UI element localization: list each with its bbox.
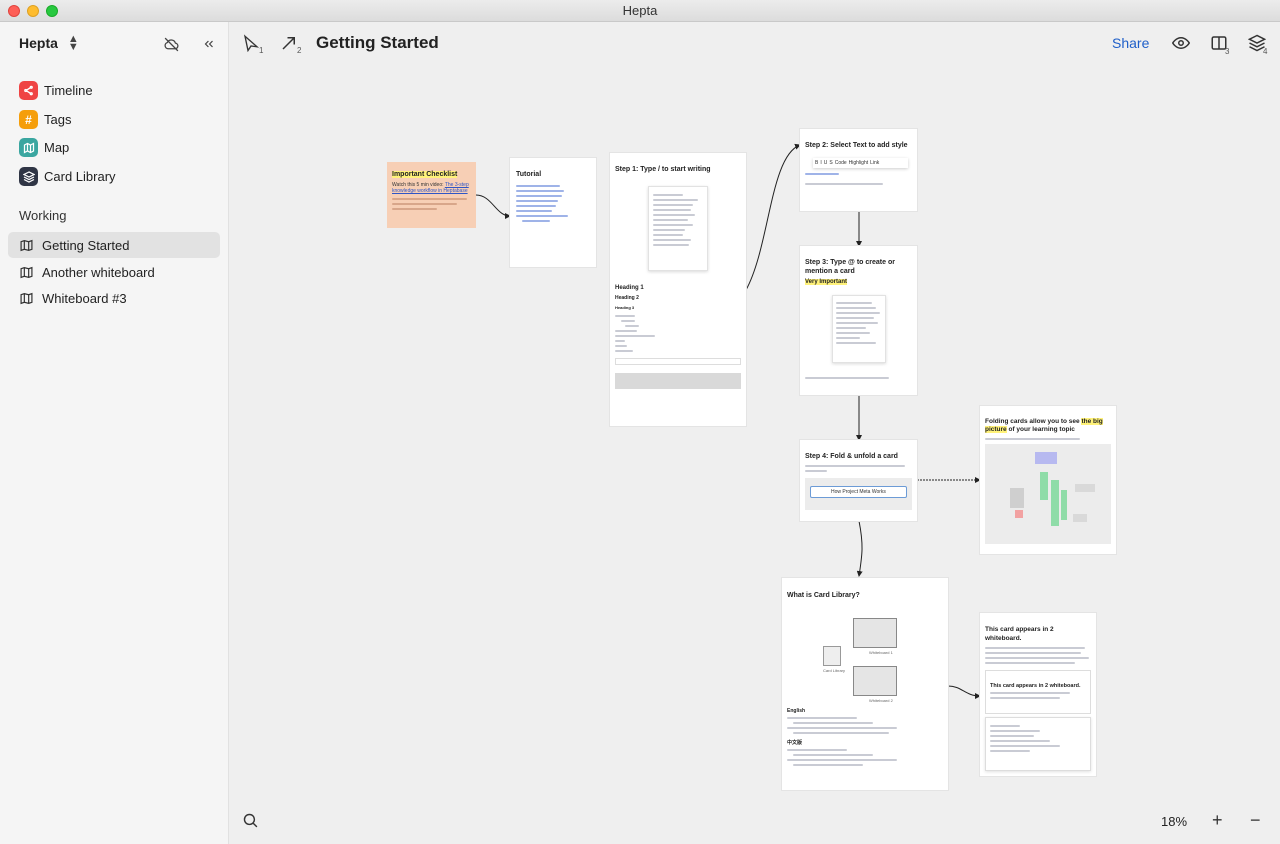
zoom-level[interactable]: 18% (1161, 814, 1187, 829)
close-window-button[interactable] (8, 5, 20, 17)
whiteboard-icon (20, 292, 33, 304)
card-title: Important Checklist (392, 171, 458, 178)
card-step4[interactable]: Step 4: Fold & unfold a card How Project… (800, 440, 917, 521)
whiteboard-item-another[interactable]: Another whiteboard (8, 259, 220, 285)
shortcut-label: 1 (259, 46, 264, 55)
card-title: Step 2: Select Text to add style (805, 142, 908, 149)
whiteboard-item-label: Whiteboard #3 (42, 290, 127, 306)
card-tutorial[interactable]: Tutorial (510, 158, 596, 267)
card-title: Step 4: Fold & unfold a card (805, 453, 898, 460)
whiteboard-icon (20, 239, 33, 251)
window-title: Hepta (622, 3, 658, 18)
window-titlebar: Hepta (0, 0, 1280, 22)
canvas-search-button[interactable] (242, 812, 259, 834)
shortcut-label: 4 (1263, 47, 1268, 56)
section-label-working: Working (19, 208, 67, 223)
folded-card-preview: How Project Meta Works (810, 486, 907, 498)
timeline-icon (19, 81, 38, 100)
whiteboard-item-label: Getting Started (42, 237, 130, 253)
whiteboard-icon (20, 266, 33, 278)
connector-step1-step2 (745, 143, 801, 291)
whiteboard-item-label: Another whiteboard (42, 264, 155, 280)
sidebar-item-label: Tags (44, 112, 72, 127)
sidebar-item-label: Timeline (44, 83, 93, 98)
heading-1-sample: Heading 1 (615, 285, 644, 291)
card-title: What is Card Library? (787, 592, 860, 599)
cloud-off-icon (163, 37, 178, 51)
arrow-icon (282, 37, 295, 50)
workspace-switcher[interactable]: Hepta ▲ ▼ (19, 33, 79, 53)
card-title: Step 1: Type / to start writing (615, 166, 711, 173)
card-title: This card appears in 2 whiteboard. (985, 626, 1054, 642)
whiteboard-item-3[interactable]: Whiteboard #3 (8, 285, 220, 311)
minimize-window-button[interactable] (27, 5, 39, 17)
eye-icon (1171, 36, 1191, 50)
card-step2[interactable]: Step 2: Select Text to add style B I U S… (800, 129, 917, 211)
zoom-out-button[interactable]: − (1250, 810, 1261, 831)
cursor-icon (243, 34, 260, 53)
zoom-window-button[interactable] (46, 5, 58, 17)
card-title-prefix: Folding cards allow you to see (985, 418, 1082, 425)
layers-button[interactable]: 4 (1247, 34, 1268, 57)
section-english: English (787, 708, 806, 714)
connector-checklist-tutorial (475, 194, 511, 219)
card-step1[interactable]: Step 1: Type / to start writing Heading … (610, 153, 746, 426)
card-library-diagram: Card Library Whiteboard 1 Whiteboard 2 (787, 608, 943, 703)
card-appears-two-whiteboards[interactable]: This card appears in 2 whiteboard. This … (980, 613, 1096, 776)
card-important-checklist[interactable]: Important Checklist Watch this 5 min vid… (387, 162, 476, 228)
card-title: Tutorial (516, 171, 542, 178)
sidebar: Hepta ▲ ▼ Timeline # Tags Map Card Librar… (0, 22, 229, 844)
sidebar-item-card-library[interactable]: Card Library (19, 167, 116, 186)
shortcut-label: 2 (297, 46, 302, 55)
format-toolbar-preview: B I U S Code Highlight Link (813, 158, 908, 168)
card-title: Step 3: Type @ to create or mention a ca… (805, 259, 895, 275)
section-chinese: 中文版 (787, 740, 803, 746)
whiteboard-item-getting-started[interactable]: Getting Started (8, 232, 220, 258)
whiteboard-canvas[interactable]: Important Checklist Watch this 5 min vid… (230, 66, 1280, 844)
sidebar-item-map[interactable]: Map (19, 138, 69, 157)
toolbar: 1 2 Getting Started Share 3 4 (230, 22, 1280, 66)
search-icon (243, 813, 258, 828)
select-tool-button[interactable]: 1 (242, 34, 268, 56)
layers-icon (19, 167, 38, 186)
workspace-name: Hepta (19, 35, 58, 51)
diagram-label-wb2: Whiteboard 2 (869, 698, 893, 703)
mention-menu-preview (832, 295, 886, 363)
sync-off-button[interactable] (161, 34, 181, 54)
sidebar-item-tags[interactable]: # Tags (19, 110, 71, 129)
chevron-updown-icon: ▲ ▼ (67, 33, 79, 53)
big-picture-preview (985, 444, 1111, 544)
heading-3-sample: Heading 3 (615, 305, 635, 310)
slash-menu-preview (648, 186, 708, 271)
preview-button[interactable] (1171, 34, 1191, 57)
diagram-label-library: Card Library (823, 668, 846, 673)
heading-2-sample: Heading 2 (615, 295, 639, 301)
page-title: Getting Started (316, 33, 439, 52)
arrow-tool-button[interactable]: 2 (280, 34, 306, 56)
diagram-label-wb1: Whiteboard 1 (869, 650, 893, 655)
card-folding[interactable]: Folding cards allow you to see the big p… (980, 406, 1116, 554)
sidebar-item-label: Map (44, 140, 70, 155)
connector-step4-library (856, 520, 863, 577)
collapse-sidebar-button[interactable] (199, 34, 219, 54)
sidebar-item-label: Card Library (44, 169, 116, 184)
inner-card-title: This card appears in 2 whiteboard. (990, 683, 1081, 689)
hash-icon: # (19, 110, 38, 129)
card-what-is-card-library[interactable]: What is Card Library? Card Library White… (782, 578, 948, 790)
card-title-suffix: of your learning topic (1006, 426, 1075, 433)
chevrons-left-icon (204, 40, 213, 48)
split-view-button[interactable]: 3 (1210, 34, 1230, 57)
shortcut-label: 3 (1225, 47, 1230, 56)
share-button[interactable]: Share (1112, 35, 1149, 51)
connector-library-twowb (947, 685, 981, 699)
highlight-text: Very Important (805, 279, 848, 285)
zoom-in-button[interactable]: + (1212, 810, 1223, 831)
card-step3[interactable]: Step 3: Type @ to create or mention a ca… (800, 246, 917, 395)
sidebar-item-timeline[interactable]: Timeline (19, 81, 93, 100)
map-icon (19, 138, 38, 157)
